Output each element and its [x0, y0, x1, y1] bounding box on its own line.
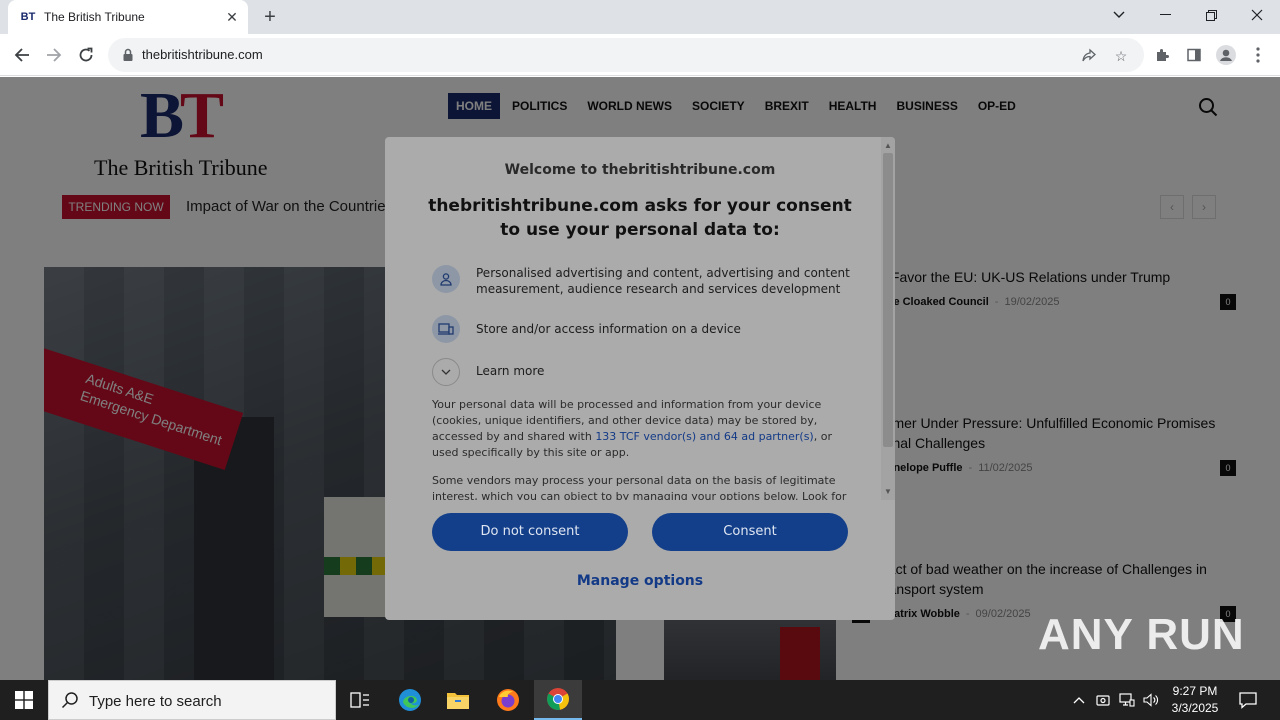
task-view-icon[interactable] [336, 680, 384, 720]
browser-toolbar: thebritishtribune.com ☆ [0, 34, 1280, 76]
chrome-menu-icon[interactable] [1248, 45, 1268, 65]
learn-more-label[interactable]: Learn more [476, 364, 544, 378]
site-favicon-icon: BT [20, 11, 36, 23]
consent-paragraph: Some vendors may process your personal d… [432, 474, 847, 500]
purpose-text: Store and/or access information on a dev… [476, 322, 741, 336]
scroll-down-arrow-icon[interactable]: ▼ [884, 487, 892, 496]
share-icon[interactable] [1080, 47, 1098, 65]
tab-close-icon[interactable]: ✕ [222, 7, 242, 27]
consent-scroll-area[interactable]: Welcome to thebritishtribune.com thebrit… [385, 137, 881, 500]
notification-center-icon[interactable] [1238, 690, 1258, 710]
taskbar-clock[interactable]: 9:27 PM 3/3/2025 [1166, 683, 1224, 717]
url-text[interactable]: thebritishtribune.com [142, 47, 263, 62]
file-explorer-icon[interactable] [434, 680, 482, 720]
anyrun-watermark: ANY RUN [1038, 610, 1245, 659]
scroll-up-arrow-icon[interactable]: ▲ [884, 141, 892, 150]
clock-date: 3/3/2025 [1171, 701, 1219, 715]
consent-paragraph: Your personal data will be processed and… [432, 398, 832, 459]
tray-overflow-chevron-icon[interactable] [1070, 691, 1088, 709]
scrollbar-thumb[interactable] [883, 153, 893, 447]
chevron-down-icon[interactable] [432, 358, 460, 386]
minimize-button[interactable] [1142, 0, 1188, 30]
search-icon [61, 692, 78, 709]
start-button[interactable] [0, 680, 48, 720]
side-panel-icon[interactable] [1184, 45, 1204, 65]
tab-strip: BT The British Tribune ✕ + [0, 0, 1280, 34]
dialog-scrollbar[interactable]: ▲ ▼ [881, 137, 895, 500]
profile-avatar-icon[interactable] [1216, 45, 1236, 65]
consent-dialog: Welcome to thebritishtribune.com thebrit… [385, 137, 895, 620]
lock-icon[interactable] [120, 47, 136, 63]
back-button[interactable] [8, 41, 36, 69]
meet-now-icon[interactable] [1094, 691, 1112, 709]
new-tab-button[interactable]: + [258, 5, 282, 29]
browser-tab[interactable]: BT The British Tribune ✕ [8, 0, 248, 34]
close-window-button[interactable] [1234, 0, 1280, 30]
person-icon [432, 265, 460, 293]
windows-taskbar: Type here to search 9:27 PM 3/3/2025 [0, 680, 1280, 720]
address-bar[interactable]: thebritishtribune.com ☆ [108, 38, 1144, 72]
windows-logo-icon [15, 691, 33, 709]
taskbar-search-box[interactable]: Type here to search [48, 680, 336, 720]
tab-search-icon[interactable] [1096, 0, 1142, 30]
network-icon[interactable] [1118, 691, 1136, 709]
volume-icon[interactable] [1142, 691, 1160, 709]
vendors-link[interactable]: 133 TCF vendor(s) and 64 ad partner(s) [595, 430, 813, 443]
tab-title: The British Tribune [44, 10, 145, 24]
purpose-text: Personalised advertising and content, ad… [476, 266, 850, 296]
reload-button[interactable] [72, 41, 100, 69]
firefox-icon[interactable] [484, 680, 532, 720]
consent-welcome: Welcome to thebritishtribune.com [504, 162, 776, 178]
extensions-icon[interactable] [1152, 45, 1172, 65]
chrome-taskbar-icon[interactable] [534, 680, 582, 720]
devices-icon [432, 315, 460, 343]
consent-button[interactable]: Consent [652, 513, 848, 551]
do-not-consent-button[interactable]: Do not consent [432, 513, 628, 551]
edge-icon[interactable] [386, 680, 434, 720]
clock-time: 9:27 PM [1172, 684, 1218, 698]
restore-button[interactable] [1188, 0, 1234, 30]
taskbar-search-placeholder[interactable]: Type here to search [89, 693, 222, 710]
consent-heading: thebritishtribune.com asks for your cons… [428, 196, 852, 240]
manage-options-link[interactable]: Manage options [385, 573, 895, 589]
bookmark-star-icon[interactable]: ☆ [1112, 47, 1130, 65]
forward-button[interactable] [40, 41, 68, 69]
